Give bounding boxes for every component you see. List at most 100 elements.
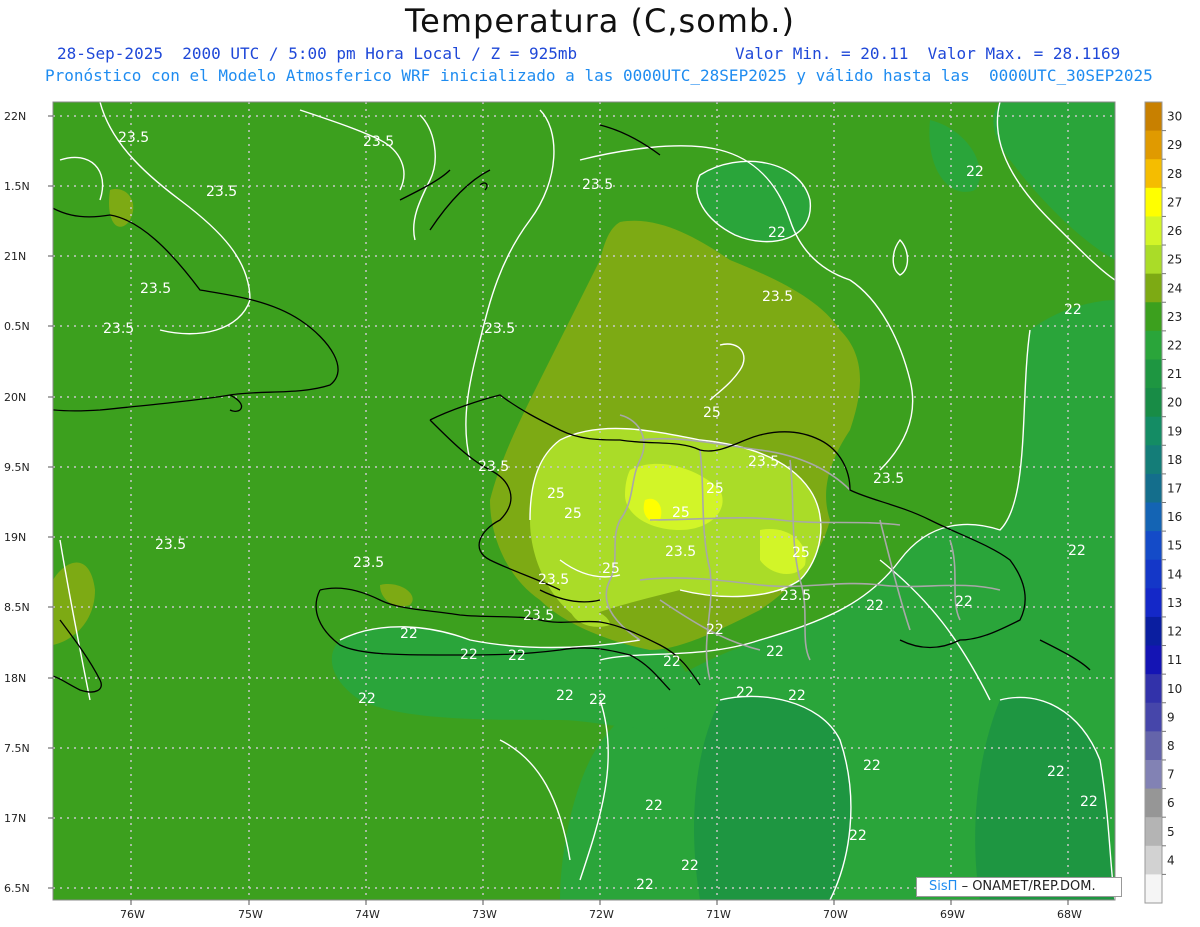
colorbar-swatch bbox=[1145, 588, 1162, 618]
colorbar-label: 27 bbox=[1167, 195, 1182, 209]
colorbar-label: 22 bbox=[1167, 338, 1182, 352]
contour-label: 23.5 bbox=[206, 184, 237, 200]
lat-label: 9.5N bbox=[4, 461, 30, 474]
colorbar-label: 30 bbox=[1167, 110, 1182, 124]
colorbar-swatch bbox=[1145, 187, 1162, 217]
lat-label: 7.5N bbox=[4, 742, 30, 755]
contour-label: 22 bbox=[768, 225, 786, 241]
colorbar-swatch bbox=[1145, 616, 1162, 647]
contour-label: 22 bbox=[460, 647, 478, 663]
colorbar-swatch bbox=[1145, 702, 1162, 732]
longitude-axis: 76W 75W 74W 73W 72W 71W 70W 69W 68W bbox=[120, 900, 1082, 921]
contour-label: 22 bbox=[1064, 302, 1082, 318]
colorbar-label: 19 bbox=[1167, 424, 1182, 438]
brand-label: SisΠ bbox=[929, 879, 958, 894]
contour-label: 25 bbox=[703, 405, 721, 421]
contour-label: 23.5 bbox=[140, 281, 171, 297]
colorbar-label: 12 bbox=[1167, 625, 1182, 639]
colorbar-label: 5 bbox=[1167, 825, 1175, 839]
contour-label: 22 bbox=[788, 688, 806, 704]
contour-label: 22 bbox=[636, 877, 654, 893]
colorbar-swatch bbox=[1145, 845, 1162, 875]
colorbar-swatch bbox=[1145, 388, 1162, 418]
colorbar-label: 24 bbox=[1167, 281, 1182, 295]
contour-label: 22 bbox=[358, 691, 376, 707]
credit-text: – ONAMET/REP.DOM. bbox=[961, 879, 1096, 894]
contour-label: 22 bbox=[766, 644, 784, 660]
colorbar-swatch bbox=[1145, 559, 1162, 589]
lon-label: 69W bbox=[940, 908, 965, 921]
lat-label: 0.5N bbox=[4, 320, 30, 333]
colorbar-swatch bbox=[1145, 674, 1162, 704]
contour-label: 25 bbox=[792, 545, 810, 561]
lon-label: 76W bbox=[120, 908, 145, 921]
colorbar-label: 25 bbox=[1167, 253, 1182, 267]
contour-label: 25 bbox=[602, 561, 620, 577]
contour-label: 23.5 bbox=[523, 608, 554, 624]
colorbar-label: 17 bbox=[1167, 482, 1182, 496]
contour-label: 22 bbox=[849, 828, 867, 844]
contour-label: 22 bbox=[863, 758, 881, 774]
colorbar: 30 29 28 27 26 25 24 23 22 21 20 19 18 17 16 15 14 13 12 11… bbox=[1144, 101, 1182, 904]
lat-label: 20N bbox=[4, 391, 26, 404]
contour-label: 23.5 bbox=[762, 289, 793, 305]
contour-label: 23.5 bbox=[582, 177, 613, 193]
contour-label: 22 bbox=[966, 164, 984, 180]
lat-label: 21N bbox=[4, 250, 26, 263]
contour-label: 23.5 bbox=[353, 555, 384, 571]
colorbar-swatch bbox=[1145, 731, 1162, 761]
contour-label: 22 bbox=[1068, 543, 1086, 559]
lat-label: 6.5N bbox=[4, 882, 30, 895]
colorbar-label: 15 bbox=[1167, 539, 1182, 553]
lon-label: 73W bbox=[472, 908, 497, 921]
colorbar-swatch bbox=[1145, 531, 1162, 561]
contour-label: 22 bbox=[866, 598, 884, 614]
lat-label: 19N bbox=[4, 531, 26, 544]
colorbar-label: 21 bbox=[1167, 367, 1182, 381]
contour-label: 25 bbox=[672, 505, 690, 521]
lon-label: 72W bbox=[589, 908, 614, 921]
colorbar-label: 13 bbox=[1167, 596, 1182, 610]
colorbar-swatch bbox=[1145, 445, 1162, 475]
contour-label: 23.5 bbox=[118, 130, 149, 146]
colorbar-label: 11 bbox=[1167, 653, 1182, 667]
colorbar-label: 10 bbox=[1167, 682, 1182, 696]
contour-label: 25 bbox=[547, 486, 565, 502]
contour-label: 23.5 bbox=[780, 588, 811, 604]
colorbar-label: 16 bbox=[1167, 510, 1182, 524]
colorbar-label: 7 bbox=[1167, 768, 1175, 782]
colorbar-swatch bbox=[1145, 788, 1162, 818]
contour-label: 23.5 bbox=[665, 544, 696, 560]
colorbar-label: 9 bbox=[1167, 710, 1175, 724]
colorbar-swatch bbox=[1145, 759, 1162, 790]
colorbar-label: 8 bbox=[1167, 739, 1175, 753]
contour-label: 22 bbox=[706, 622, 724, 638]
lon-label: 75W bbox=[238, 908, 263, 921]
colorbar-label: 28 bbox=[1167, 167, 1182, 181]
colorbar-swatch bbox=[1145, 216, 1162, 246]
lat-label: 18N bbox=[4, 672, 26, 685]
colorbar-label: 14 bbox=[1167, 567, 1182, 581]
colorbar-label: 26 bbox=[1167, 224, 1182, 238]
contour-label: 23.5 bbox=[538, 572, 569, 588]
colorbar-swatch bbox=[1145, 330, 1162, 360]
contour-label: 23.5 bbox=[103, 321, 134, 337]
lat-label: 1.5N bbox=[4, 180, 30, 193]
contour-label: 22 bbox=[1047, 764, 1065, 780]
contour-label: 23.5 bbox=[478, 459, 509, 475]
lon-label: 68W bbox=[1057, 908, 1082, 921]
colorbar-swatch bbox=[1145, 473, 1162, 503]
colorbar-swatch bbox=[1145, 245, 1162, 275]
colorbar-label: 6 bbox=[1167, 796, 1175, 810]
contour-label: 22 bbox=[508, 648, 526, 664]
colorbar-swatch bbox=[1145, 130, 1162, 160]
contour-label: 23.5 bbox=[155, 537, 186, 553]
contour-label: 23.5 bbox=[363, 134, 394, 150]
contour-label: 22 bbox=[1080, 794, 1098, 810]
contour-label: 22 bbox=[645, 798, 663, 814]
colorbar-swatch bbox=[1145, 645, 1162, 675]
contour-label: 22 bbox=[589, 692, 607, 708]
colorbar-swatch bbox=[1145, 302, 1162, 332]
lat-label: 22N bbox=[4, 110, 26, 123]
contour-label: 22 bbox=[400, 626, 418, 642]
